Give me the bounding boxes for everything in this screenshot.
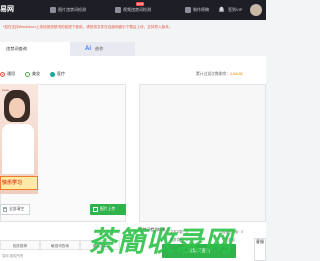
radio-medical[interactable]: 医疗 (50, 71, 65, 77)
tab-sensitive[interactable]: 敏感词查询 (40, 240, 80, 250)
avatar[interactable] (250, 4, 262, 16)
ad-face (9, 98, 25, 118)
nav-item-image-check[interactable]: 图片违禁词检测 (50, 6, 86, 14)
page: 易网 图片违禁词检测 视频违禁词检测 HOT 制作原稿 签到VIP *如在支持W… (0, 0, 266, 261)
notice-text: *如在支持Word/docx上传检测违禁词的前提下使用，请您将文件在百度网盘中下… (3, 25, 173, 29)
top-nav: 易网 图片违禁词检测 视频违禁词检测 HOT 制作原稿 签到VIP (0, 0, 266, 20)
radio-dot (50, 71, 55, 77)
category-radios: 通用 美妆 医疗 (0, 70, 65, 78)
tab-keyword-query[interactable]: 违禁词查询 (0, 42, 70, 56)
tab-ai-create[interactable]: Ai 创作 (70, 42, 135, 56)
bell-icon[interactable] (218, 6, 225, 13)
image-icon (93, 207, 98, 212)
radio-label: 美妆 (32, 71, 40, 76)
vip-text[interactable]: 签到VIP (228, 6, 242, 14)
stat-value: 0 (241, 230, 243, 234)
radio-dot (0, 71, 5, 77)
nav-item-label: 视频违禁词检测 (123, 7, 151, 12)
trash-icon (3, 207, 7, 212)
ad-body (2, 124, 34, 174)
image-icon (50, 7, 56, 13)
radio-beauty[interactable]: 美妆 (25, 71, 40, 77)
mode-tabs: 违禁词查询 Ai 创作 (0, 42, 135, 56)
side-service-button[interactable]: 客服 (254, 238, 266, 261)
radio-label: 通用 (7, 71, 15, 76)
radio-label: 医疗 (57, 71, 65, 76)
ad-slogan[interactable]: 快乐学习 (0, 176, 38, 190)
tab-related[interactable]: 相关推荐 (0, 240, 40, 250)
counter-value: 2,64,31 (230, 72, 243, 76)
result-area (139, 84, 266, 222)
video-icon (115, 7, 121, 13)
logo[interactable]: 易网 (0, 4, 20, 16)
ai-icon: Ai (85, 46, 91, 52)
document-icon (185, 7, 191, 13)
hot-badge: HOT (136, 2, 145, 6)
nav-item-video-check[interactable]: 视频违禁词检测 (115, 6, 151, 14)
counter-label: 累计过滤次数剩余： (196, 72, 231, 76)
clear-label: 全部清空 (9, 207, 25, 211)
nav-item-label: 制作原稿 (193, 7, 209, 12)
radio-general[interactable]: 通用 (0, 71, 15, 77)
clear-all-button[interactable]: 全部清空 (0, 204, 30, 215)
nav-item-label: 图片违禁词检测 (58, 7, 86, 12)
remaining-counter: 累计过滤次数剩余：2,64,31 (196, 70, 243, 78)
nav-item-manuscript[interactable]: 制作原稿 (185, 6, 209, 14)
upload-label: 图片上传 (100, 207, 116, 211)
watermark: 茶簡收录网 (88, 226, 234, 257)
image-upload-button[interactable]: 图片上传 (90, 204, 126, 215)
radio-dot (25, 71, 30, 77)
tab-label: 创作 (95, 46, 104, 51)
